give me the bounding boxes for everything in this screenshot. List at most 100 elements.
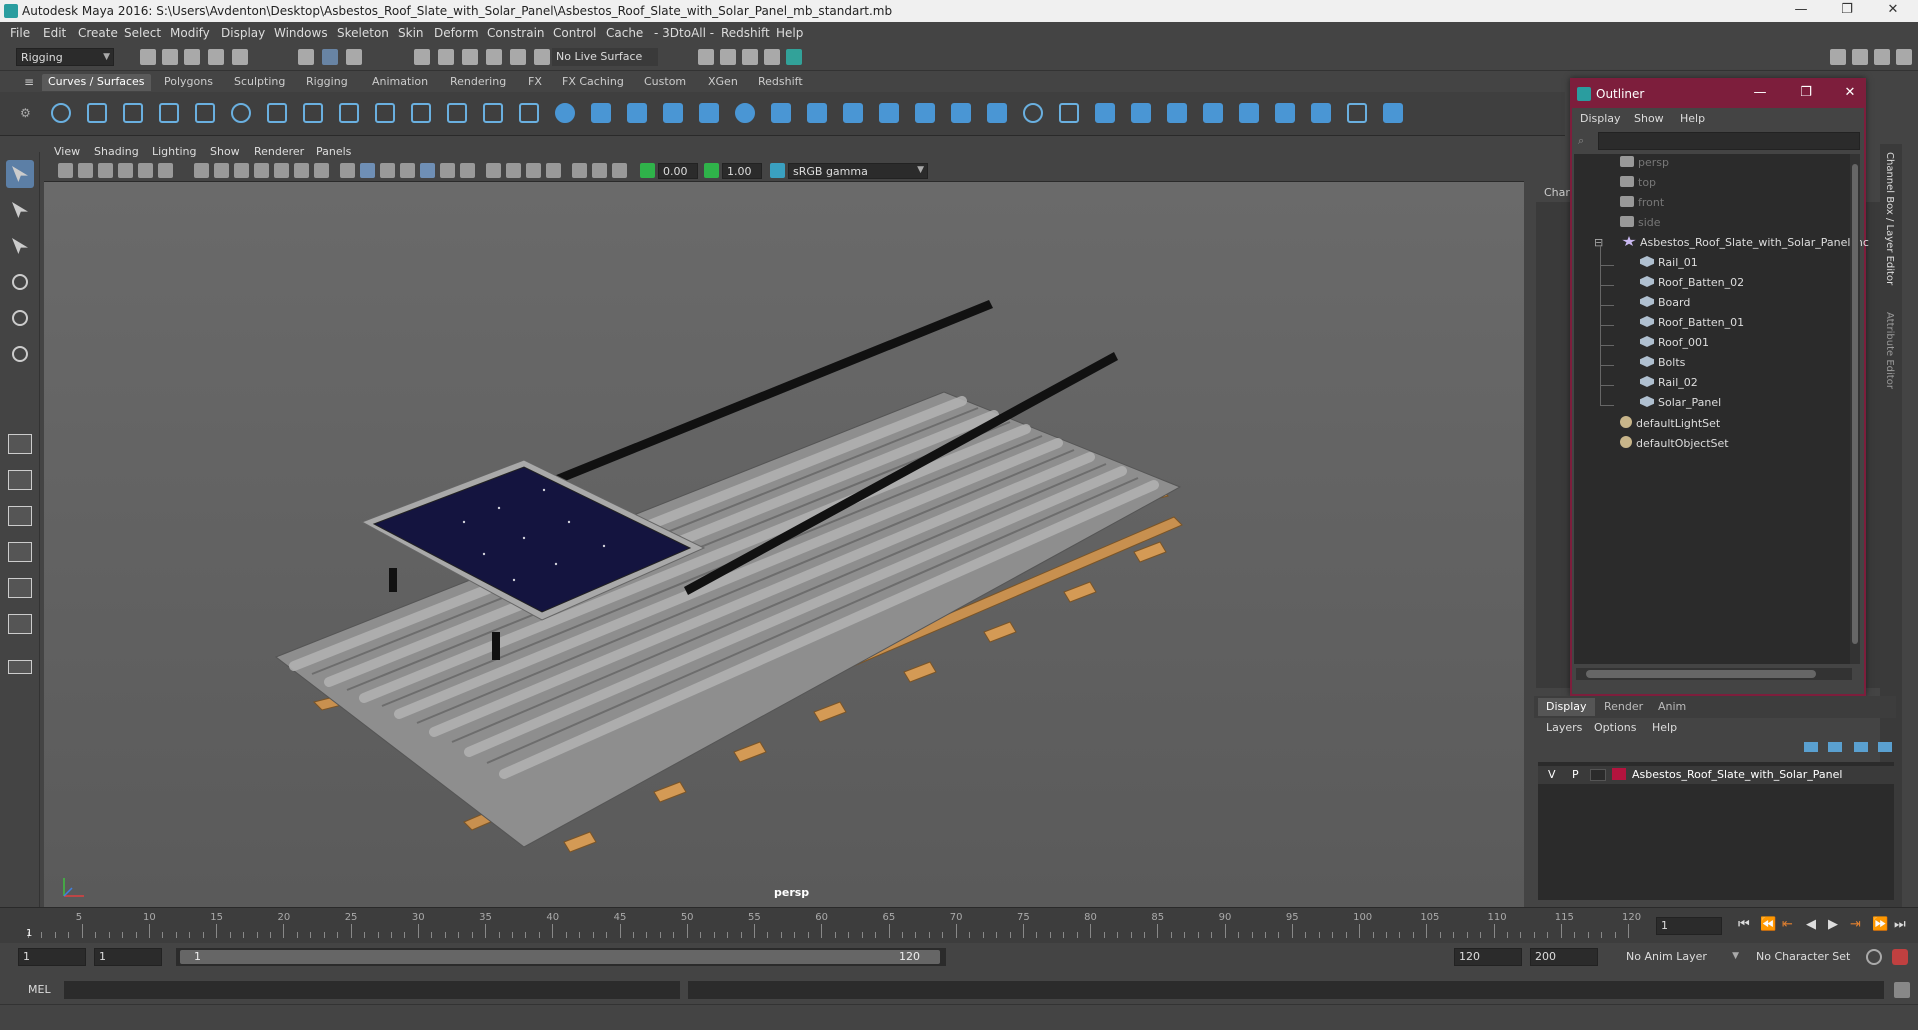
shelf-menu-icon[interactable]: ≡: [18, 74, 40, 91]
nurbs-sphere-icon[interactable]: [552, 100, 578, 126]
outliner-item[interactable]: Board: [1640, 296, 1690, 314]
menu-edit[interactable]: Edit: [43, 26, 66, 40]
square-surface-icon[interactable]: [1020, 100, 1046, 126]
rebuild-curve-icon[interactable]: [444, 100, 470, 126]
birail-icon[interactable]: [912, 100, 938, 126]
extend-curve-icon[interactable]: [372, 100, 398, 126]
move-layer-up-icon[interactable]: [1804, 742, 1818, 752]
save-scene-icon[interactable]: [184, 49, 200, 65]
camera-attributes-icon[interactable]: [78, 163, 93, 178]
step-back-frame-icon[interactable]: ⇤: [1782, 917, 1793, 932]
render-view-icon[interactable]: [698, 49, 714, 65]
textured-icon[interactable]: [400, 163, 415, 178]
viewport-menu-shading[interactable]: Shading: [94, 145, 139, 158]
scrollbar-thumb[interactable]: [1586, 670, 1816, 678]
collapse-icon[interactable]: ⊟: [1594, 236, 1603, 249]
persp-hypershade-layout-icon[interactable]: [8, 578, 32, 598]
outliner-item[interactable]: Rail_02: [1640, 376, 1698, 394]
hypershade-icon[interactable]: [786, 49, 802, 65]
planar-icon[interactable]: [840, 100, 866, 126]
extrude-icon[interactable]: [876, 100, 902, 126]
outliner-maximize-button[interactable]: ❐: [1796, 85, 1816, 100]
outliner-minimize-button[interactable]: —: [1750, 85, 1770, 100]
redo-icon[interactable]: [232, 49, 248, 65]
time-slider[interactable]: 5 10 15 20 25 30 35 40 45 50 55 60 65 70 75 80 85 90 95 100…: [0, 907, 1918, 943]
gate-mask-icon[interactable]: [254, 163, 269, 178]
menu-skeleton[interactable]: Skeleton: [337, 26, 389, 40]
viewport-menu-show[interactable]: Show: [210, 145, 240, 158]
tab-display[interactable]: Display: [1538, 698, 1595, 716]
menu-file[interactable]: File: [10, 26, 30, 40]
use-all-lights-icon[interactable]: [420, 163, 435, 178]
menu-redshift[interactable]: Redshift: [721, 26, 770, 40]
select-object-icon[interactable]: [322, 49, 338, 65]
snap-surface-icon[interactable]: [510, 49, 526, 65]
outliner-item[interactable]: Roof_001: [1640, 336, 1709, 354]
range-slider-handle[interactable]: 1 120: [180, 950, 940, 964]
nurbs-torus-icon[interactable]: [732, 100, 758, 126]
curve-editing-icon[interactable]: [516, 100, 542, 126]
auto-key-icon[interactable]: [1866, 949, 1882, 965]
new-scene-icon[interactable]: [140, 49, 156, 65]
perspective-viewport[interactable]: persp: [44, 182, 1524, 907]
layer-menu-layers[interactable]: Layers: [1546, 721, 1582, 734]
resolution-gate-icon[interactable]: [234, 163, 249, 178]
motion-blur-icon[interactable]: [486, 163, 501, 178]
gamma-icon[interactable]: [704, 163, 719, 178]
field-chart-icon[interactable]: [274, 163, 289, 178]
menu-create[interactable]: Create: [78, 26, 118, 40]
outliner-item[interactable]: Roof_Batten_01: [1640, 316, 1744, 334]
persp-outliner-layout-icon[interactable]: [8, 506, 32, 526]
safe-action-icon[interactable]: [294, 163, 309, 178]
viewport-menu-panels[interactable]: Panels: [316, 145, 351, 158]
go-to-start-icon[interactable]: ⏮: [1738, 917, 1750, 932]
outliner-item[interactable]: top: [1620, 176, 1656, 194]
play-backward-icon[interactable]: ◀: [1806, 917, 1816, 932]
anti-aliasing-icon[interactable]: [506, 163, 521, 178]
outliner-menu-help[interactable]: Help: [1680, 112, 1705, 125]
safe-title-icon[interactable]: [314, 163, 329, 178]
shelf-tab-rendering[interactable]: Rendering: [444, 74, 512, 91]
bookmark-icon[interactable]: [98, 163, 113, 178]
playback-end-field[interactable]: 120: [1454, 948, 1522, 966]
sculpt-geometry-icon[interactable]: [1380, 100, 1406, 126]
go-to-end-icon[interactable]: ⏭: [1894, 917, 1906, 932]
viewport-menu-lighting[interactable]: Lighting: [152, 145, 196, 158]
shadows-icon[interactable]: [440, 163, 455, 178]
outliner-search-input[interactable]: [1598, 132, 1860, 150]
shelf-tab-custom[interactable]: Custom: [638, 74, 692, 91]
channel-box-toggle-icon[interactable]: [1896, 49, 1912, 65]
new-layer-icon[interactable]: [1854, 742, 1868, 752]
detach-surfaces-icon[interactable]: [1236, 100, 1262, 126]
script-editor-icon[interactable]: [1894, 982, 1910, 998]
playback-start-field[interactable]: 1: [94, 948, 162, 966]
outliner-horizontal-scrollbar[interactable]: [1576, 668, 1852, 680]
play-forward-icon[interactable]: ▶: [1828, 917, 1838, 932]
detach-curves-icon[interactable]: [300, 100, 326, 126]
menu-3dtoall[interactable]: - 3DtoAll -: [654, 26, 714, 40]
nurbs-cone-icon[interactable]: [660, 100, 686, 126]
outliner-item[interactable]: front: [1620, 196, 1664, 214]
camera-select-icon[interactable]: [58, 163, 73, 178]
close-button[interactable]: ✕: [1878, 2, 1908, 20]
menu-cache[interactable]: Cache: [606, 26, 643, 40]
layer-visibility-toggle[interactable]: V: [1548, 768, 1556, 781]
current-frame-field[interactable]: 1: [1656, 917, 1722, 935]
move-layer-down-icon[interactable]: [1828, 742, 1842, 752]
animation-start-field[interactable]: 1: [18, 948, 86, 966]
rebuild-surface-icon[interactable]: [1344, 100, 1370, 126]
grease-pencil-icon[interactable]: [158, 163, 173, 178]
isolate-select-icon[interactable]: [546, 163, 561, 178]
outliner-vertical-scrollbar[interactable]: [1850, 154, 1860, 664]
scale-tool-icon[interactable]: [6, 340, 34, 368]
outliner-item[interactable]: Rail_01: [1640, 256, 1698, 274]
revolve-icon[interactable]: [768, 100, 794, 126]
outliner-item[interactable]: Roof_Batten_02: [1640, 276, 1744, 294]
move-tool-icon[interactable]: [6, 268, 34, 296]
intersect-surfaces-icon[interactable]: [1092, 100, 1118, 126]
outliner-menu-display[interactable]: Display: [1580, 112, 1621, 125]
outliner-item[interactable]: Bolts: [1640, 356, 1685, 374]
more-layouts-icon[interactable]: [8, 660, 32, 674]
ep-curve-icon[interactable]: [156, 100, 182, 126]
workspace-icon[interactable]: [1830, 49, 1846, 65]
